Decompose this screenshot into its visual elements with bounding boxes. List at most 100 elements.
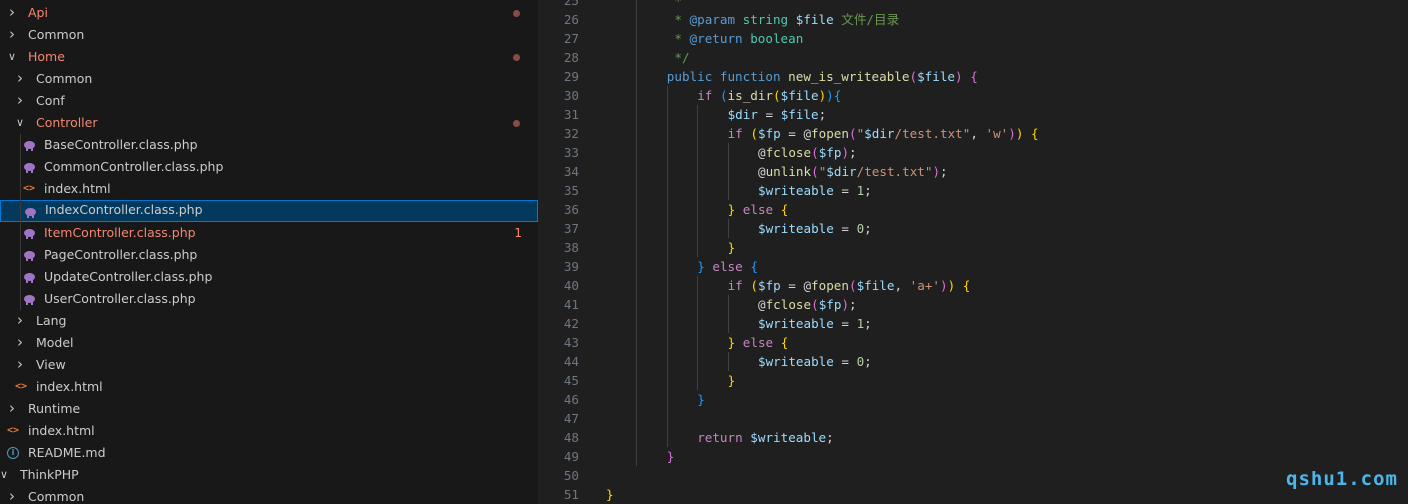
chevron-right-icon[interactable]: › (5, 398, 19, 420)
code-token: @param (689, 12, 736, 27)
code-line[interactable]: 32 if ($fp = @fopen("$dir/test.txt", 'w')… (538, 124, 1408, 143)
indent-guide (636, 314, 638, 333)
chevron-right-icon[interactable]: › (13, 68, 27, 90)
chevron-right-icon[interactable]: › (13, 310, 27, 332)
code-line[interactable]: 40 if ($fp = @fopen($file, 'a+')) { (538, 276, 1408, 295)
folder-lang[interactable]: › Lang (0, 310, 538, 332)
php-file-icon (22, 244, 36, 266)
file-index-html[interactable]: <> index.html (0, 376, 538, 398)
indent-guide (697, 333, 699, 352)
code-line[interactable]: 29 public function new_is_writeable($file… (538, 67, 1408, 86)
indent-guide (636, 295, 638, 314)
code-text: $dir = $file; (728, 105, 827, 124)
indent-guide (697, 124, 699, 143)
folder-api[interactable]: › Api (0, 2, 538, 24)
code-line[interactable]: 42 $writeable = 1; (538, 314, 1408, 333)
indent-guide (666, 276, 668, 295)
code-line[interactable]: 47 (538, 409, 1408, 428)
file-updatecontroller-class-php[interactable]: UpdateController.class.php (0, 266, 538, 288)
folder-common[interactable]: › Common (0, 68, 538, 90)
indent-guide (666, 219, 668, 238)
chevron-down-icon[interactable]: ∨ (0, 464, 11, 486)
chevron-right-icon[interactable]: › (5, 486, 19, 504)
indent-guide (697, 238, 699, 257)
tree-item-label: Home (28, 49, 65, 64)
folder-thinkphp[interactable]: ∨ ThinkPHP (0, 464, 538, 486)
folder-home[interactable]: ∨ Home (0, 46, 538, 68)
indent-guide (636, 390, 638, 409)
line-number: 33 (563, 145, 579, 160)
code-line[interactable]: 38} (538, 238, 1408, 257)
code-line[interactable]: 45} (538, 371, 1408, 390)
file-index-html[interactable]: <> index.html (0, 420, 538, 442)
code-editor[interactable]: 25 * 26 * @param string $file 文件/目录 27 * @… (538, 0, 1408, 504)
code-token: $writeable (758, 354, 834, 369)
chevron-right-icon[interactable]: › (13, 354, 27, 376)
line-number: 43 (563, 335, 579, 350)
file-readme-md[interactable]: i README.md (0, 442, 538, 464)
file-index-html[interactable]: <> index.html (0, 178, 538, 200)
code-line[interactable]: 43} else { (538, 333, 1408, 352)
line-number: 37 (563, 221, 579, 236)
folder-model[interactable]: › Model (0, 332, 538, 354)
indent-guide (697, 219, 699, 238)
code-token: ; (864, 354, 872, 369)
code-text: * @param string $file 文件/目录 (667, 10, 899, 29)
tree-item-label: CommonController.class.php (44, 159, 224, 174)
code-token: ( (811, 297, 819, 312)
code-line[interactable]: 33 @fclose($fp); (538, 143, 1408, 162)
code-text: @fclose($fp); (758, 295, 857, 314)
file-commoncontroller-class-php[interactable]: CommonController.class.php (0, 156, 538, 178)
chevron-down-icon[interactable]: ∨ (5, 46, 19, 68)
code-text: * @return boolean (667, 29, 803, 48)
file-itemcontroller-class-php[interactable]: ItemController.class.php 1 (0, 222, 538, 244)
chevron-right-icon[interactable]: › (13, 90, 27, 112)
chevron-right-icon[interactable]: › (5, 2, 19, 24)
code-line[interactable]: 31 $dir = $file; (538, 105, 1408, 124)
folder-controller[interactable]: ∨ Controller (0, 112, 538, 134)
folder-runtime[interactable]: › Runtime (0, 398, 538, 420)
code-line[interactable]: 50 (538, 466, 1408, 485)
code-line[interactable]: 49} (538, 447, 1408, 466)
code-line[interactable]: 44 $writeable = 0; (538, 352, 1408, 371)
problem-count-badge: 1 (514, 226, 522, 240)
chevron-down-icon[interactable]: ∨ (13, 112, 27, 134)
code-line[interactable]: 35 $writeable = 1; (538, 181, 1408, 200)
folder-common[interactable]: › Common (0, 24, 538, 46)
chevron-right-icon[interactable]: › (5, 24, 19, 46)
file-usercontroller-class-php[interactable]: UserController.class.php (0, 288, 538, 310)
modified-dot-icon (513, 54, 520, 61)
file-indexcontroller-class-php[interactable]: IndexController.class.php (0, 200, 538, 222)
php-file-icon (22, 134, 36, 156)
code-line[interactable]: 34 @unlink("$dir/test.txt"); (538, 162, 1408, 181)
folder-view[interactable]: › View (0, 354, 538, 376)
indent-guide (727, 181, 729, 200)
chevron-right-icon[interactable]: › (13, 332, 27, 354)
file-pagecontroller-class-php[interactable]: PageController.class.php (0, 244, 538, 266)
code-line[interactable]: 48 return $writeable; (538, 428, 1408, 447)
html-file-icon: <> (6, 420, 20, 442)
code-line[interactable]: 25 * (538, 0, 1408, 10)
php-file-icon-glyph (23, 251, 35, 261)
code-line[interactable]: 51} (538, 485, 1408, 504)
code-line[interactable]: 27 * @return boolean (538, 29, 1408, 48)
code-line[interactable]: 46} (538, 390, 1408, 409)
indent-guide (697, 314, 699, 333)
code-line[interactable]: 41 @fclose($fp); (538, 295, 1408, 314)
code-line[interactable]: 30 if (is_dir($file)){ (538, 86, 1408, 105)
file-basecontroller-class-php[interactable]: BaseController.class.php (0, 134, 538, 156)
code-line[interactable]: 28 */ (538, 48, 1408, 67)
code-line[interactable]: 36} else { (538, 200, 1408, 219)
code-line[interactable]: 26 * @param string $file 文件/目录 (538, 10, 1408, 29)
code-token: /test.txt" (894, 126, 971, 141)
indent-guide (697, 143, 699, 162)
tree-item-label: Conf (36, 93, 65, 108)
code-line[interactable]: 37 $writeable = 0; (538, 219, 1408, 238)
code-line[interactable]: 39} else { (538, 257, 1408, 276)
code-token: if (697, 88, 713, 103)
line-number: 29 (563, 69, 579, 84)
folder-conf[interactable]: › Conf (0, 90, 538, 112)
folder-common[interactable]: › Common (0, 486, 538, 504)
